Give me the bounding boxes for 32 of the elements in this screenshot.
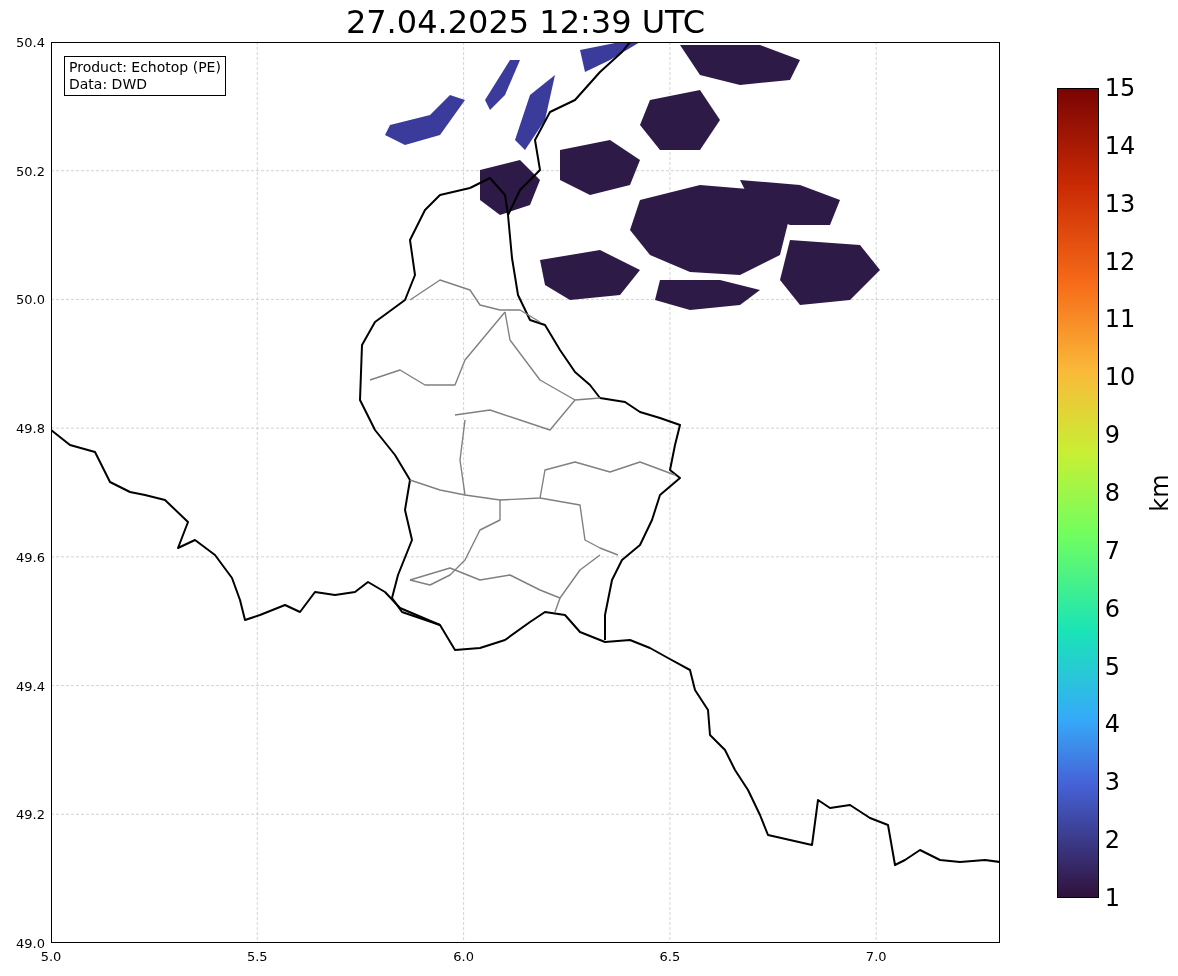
y-tick-label: 50.0 — [16, 291, 45, 307]
colorbar-tick-label: 2 — [1104, 826, 1120, 855]
legend-text: Data: DWD — [69, 76, 148, 93]
colorbar-tick-label: 15 — [1104, 74, 1136, 102]
colorbar-tick-label: 5 — [1104, 652, 1120, 681]
y-tick-label: 50.2 — [16, 163, 45, 179]
legend-text: Product: Echotop (PE) — [69, 59, 221, 76]
colorbar-tick-label: 13 — [1104, 189, 1136, 218]
x-tick-label: 5.0 — [40, 949, 62, 964]
x-tick-label: 6.0 — [453, 949, 474, 964]
y-tick-label: 49.8 — [16, 420, 45, 436]
y-tick-label: 49.6 — [16, 549, 45, 565]
colorbar-tick-label: 4 — [1104, 710, 1120, 739]
colorbar-tick-label: 8 — [1104, 479, 1120, 507]
colorbar-label: km — [1145, 474, 1174, 512]
colorbar-tick-label: 3 — [1104, 768, 1120, 797]
y-tick-label: 49.0 — [16, 935, 45, 951]
colorbar-tick-label: 1 — [1104, 884, 1120, 912]
x-tick-label: 5.5 — [246, 949, 268, 964]
y-tick-label: 49.4 — [16, 678, 45, 694]
chart-title: 27.04.2025 12:39 UTC — [344, 2, 707, 42]
x-tick-label: 7.0 — [865, 949, 887, 964]
colorbar-tick-label: 12 — [1104, 247, 1136, 276]
x-tick-label: 6.5 — [659, 949, 681, 964]
colorbar-tick-label: 10 — [1104, 363, 1136, 392]
y-tick-label: 49.2 — [16, 806, 45, 822]
colorbar-tick-label: 11 — [1104, 305, 1136, 334]
colorbar-tick-label: 14 — [1104, 131, 1136, 160]
colorbar-tick-label: 9 — [1104, 421, 1120, 450]
colorbar-tick-label: 6 — [1104, 594, 1120, 623]
colorbar-tick-label: 7 — [1104, 536, 1120, 565]
y-tick-label: 50.4 — [16, 34, 45, 50]
